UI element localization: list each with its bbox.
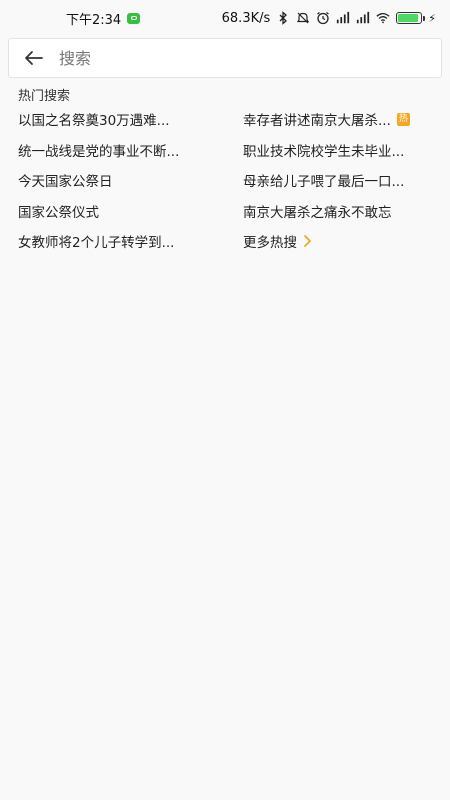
hot-search-item[interactable]: 国家公祭仪式	[0, 196, 225, 227]
arrow-left-icon	[25, 51, 43, 65]
hot-search-item[interactable]: 幸存者讲述南京大屠杀... 热	[225, 104, 450, 135]
signal-hd-icon	[357, 11, 370, 24]
hot-search-item[interactable]: 统一战线是党的事业不断...	[0, 135, 225, 166]
net-speed: 68.3K/s	[221, 10, 271, 26]
search-input[interactable]	[59, 39, 441, 77]
hot-search-item[interactable]: 以国之名祭奠30万遇难...	[0, 104, 225, 135]
more-hot-search-link[interactable]: 更多热搜	[225, 226, 450, 257]
hot-search-item[interactable]: 南京大屠杀之痛永不敢忘	[225, 196, 450, 227]
battery-icon	[396, 12, 426, 24]
mute-icon	[297, 12, 310, 24]
status-time: 下午2:34	[66, 12, 122, 28]
hot-search-item[interactable]: 职业技术院校学生未毕业...	[225, 135, 450, 166]
chevron-right-icon	[304, 235, 311, 248]
hot-search-item[interactable]: 母亲给儿子喂了最后一口...	[225, 165, 450, 196]
bluetooth-icon	[279, 11, 288, 25]
wifi-icon	[376, 12, 390, 24]
hot-search-item[interactable]: 女教师将2个儿子转学到...	[0, 226, 225, 257]
search-bar	[8, 38, 442, 78]
hot-search-item[interactable]: 今天国家公祭日	[0, 165, 225, 196]
status-bar: 下午2:34 68.3K/s ⚡	[0, 0, 450, 36]
hot-badge: 热	[396, 112, 410, 126]
alarm-icon	[317, 12, 330, 25]
hot-search-list: 以国之名祭奠30万遇难... 幸存者讲述南京大屠杀... 热 统一战线是党的事业…	[0, 104, 450, 257]
charging-icon: ⚡	[428, 11, 436, 25]
hot-search-title: 热门搜索	[18, 89, 71, 104]
back-button[interactable]	[9, 38, 59, 78]
signal-icon	[337, 11, 350, 24]
wechat-notification-icon	[127, 12, 141, 24]
